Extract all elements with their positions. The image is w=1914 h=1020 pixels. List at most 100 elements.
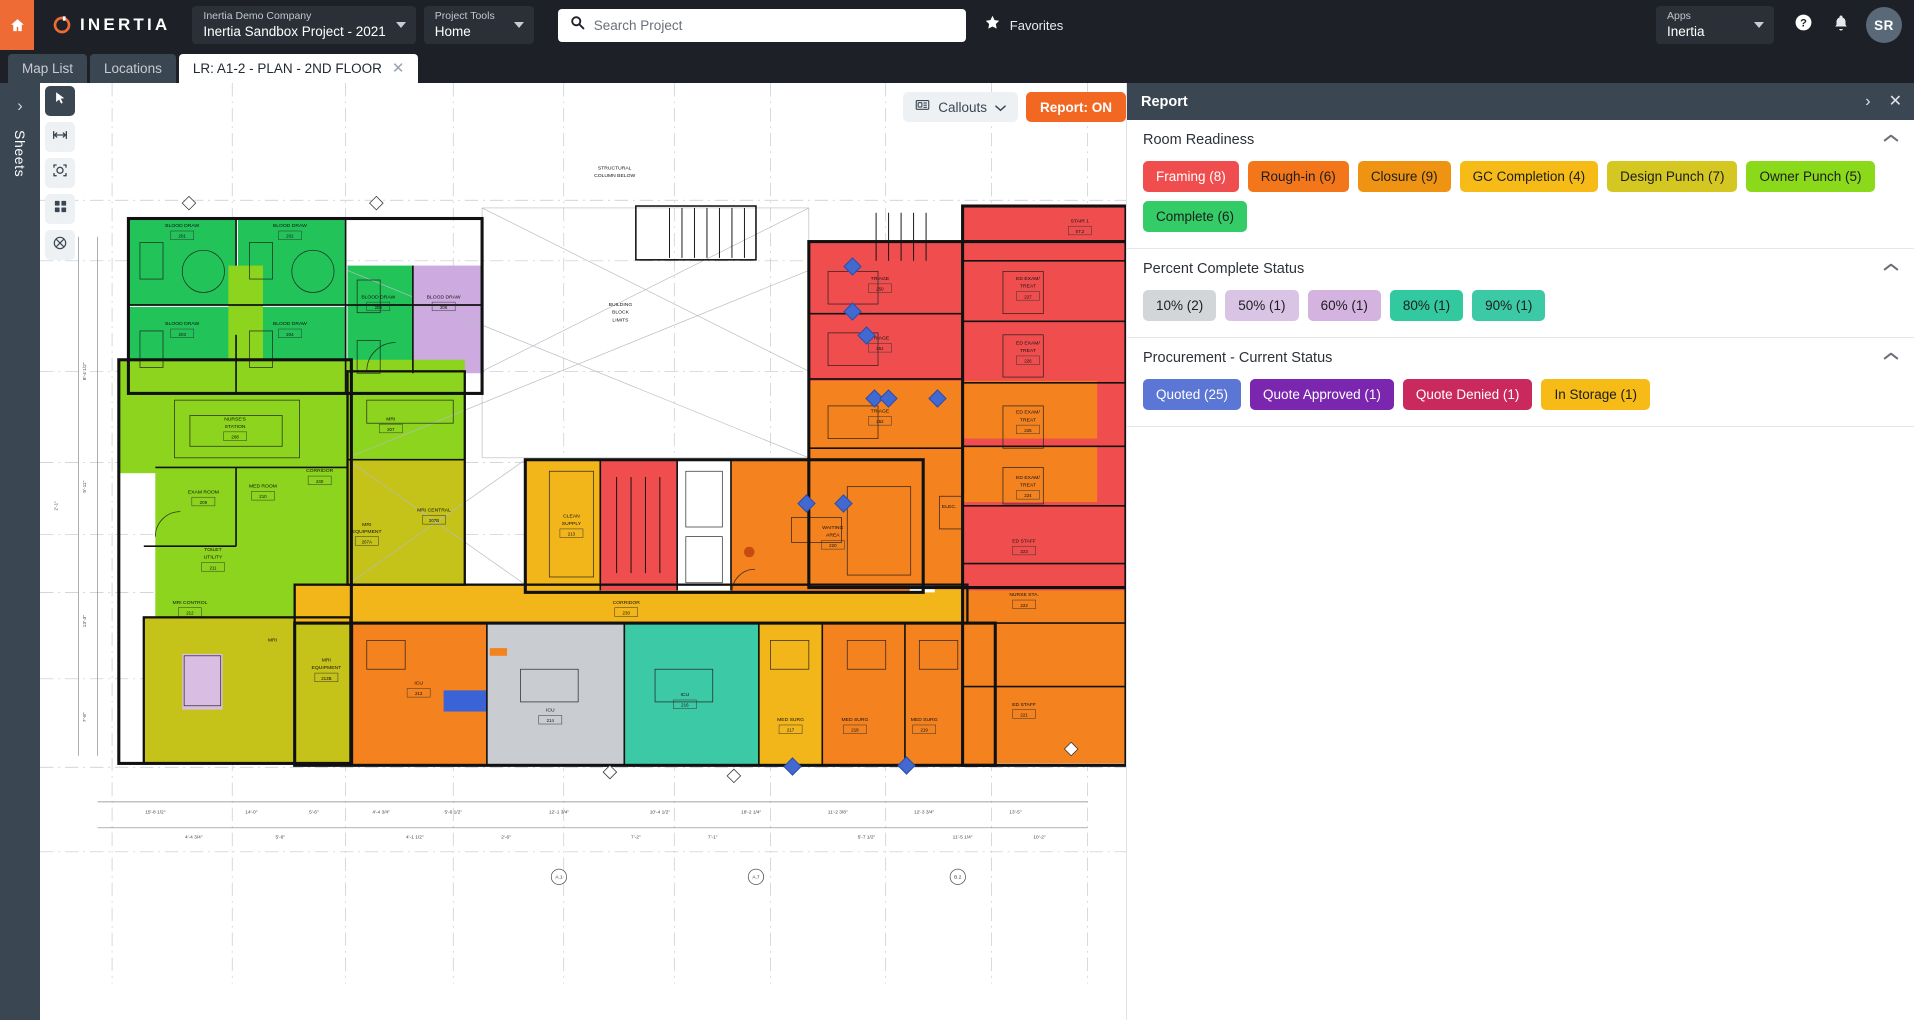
sheets-rail[interactable]: › Sheets <box>0 83 40 1020</box>
floor-plan-viewport[interactable]: Callouts Report: ON STRUCTURAL COLUMN BE… <box>40 83 1126 1020</box>
svg-text:209: 209 <box>200 500 208 505</box>
svg-text:208: 208 <box>231 435 239 440</box>
badge-in-storage[interactable]: In Storage (1) <box>1541 379 1650 410</box>
badge-design-punch[interactable]: Design Punch (7) <box>1607 161 1738 192</box>
svg-text:13'-3": 13'-3" <box>82 615 88 628</box>
svg-text:223: 223 <box>1020 549 1028 554</box>
svg-text:227: 227 <box>1024 294 1032 299</box>
badge-framing[interactable]: Framing (8) <box>1143 161 1239 192</box>
svg-text:230: 230 <box>623 610 631 615</box>
select-tool-button[interactable] <box>45 86 75 116</box>
close-icon[interactable]: ✕ <box>1889 93 1902 110</box>
bell-icon <box>1832 14 1850 37</box>
top-header-bar: INERTIA Inertia Demo Company Inertia San… <box>0 0 1914 50</box>
svg-text:ED STAFF: ED STAFF <box>1012 702 1036 708</box>
badge-pct-10[interactable]: 10% (2) <box>1143 290 1217 321</box>
svg-text:MED SURG: MED SURG <box>777 717 804 723</box>
measure-tool-button[interactable] <box>45 122 75 152</box>
tab-locations[interactable]: Locations <box>90 54 176 83</box>
section-procurement: Procurement - Current Status Quoted (25)… <box>1127 338 1914 427</box>
svg-text:WAITING: WAITING <box>822 525 843 531</box>
zoom-region-tool-button[interactable] <box>45 158 75 188</box>
close-icon[interactable]: ✕ <box>392 61 405 76</box>
badge-quote-approved[interactable]: Quote Approved (1) <box>1250 379 1394 410</box>
svg-text:BUILDING: BUILDING <box>609 302 633 308</box>
svg-text:MRI: MRI <box>386 416 395 422</box>
svg-text:201: 201 <box>179 234 187 239</box>
measure-arrows-icon <box>52 127 68 148</box>
map-top-toolbar: Callouts Report: ON <box>903 92 1126 122</box>
svg-text:7'-1": 7'-1" <box>708 834 718 840</box>
company-project-select[interactable]: Inertia Demo Company Inertia Sandbox Pro… <box>192 6 416 44</box>
section-procurement-header[interactable]: Procurement - Current Status <box>1143 350 1898 366</box>
notifications-button[interactable] <box>1828 12 1854 38</box>
star-icon <box>984 14 1001 36</box>
tab-locations-label: Locations <box>104 61 162 76</box>
chevron-down-icon <box>1754 22 1764 28</box>
svg-text:11'-5 1/4": 11'-5 1/4" <box>953 834 973 840</box>
tab-bar: Map List Locations LR: A1-2 - PLAN - 2ND… <box>0 50 1914 83</box>
section-percent-complete-title: Percent Complete Status <box>1143 261 1305 277</box>
tab-plan-2nd-floor[interactable]: LR: A1-2 - PLAN - 2ND FLOOR ✕ <box>178 54 419 83</box>
badge-owner-punch[interactable]: Owner Punch (5) <box>1746 161 1875 192</box>
svg-text:ICU: ICU <box>546 708 555 714</box>
chevron-up-icon[interactable] <box>1884 354 1898 363</box>
svg-text:207B: 207B <box>429 518 439 523</box>
badge-pct-90[interactable]: 90% (1) <box>1472 290 1546 321</box>
chevron-down-icon <box>395 22 406 28</box>
chevron-right-icon[interactable]: › <box>1865 93 1870 110</box>
tab-map-list-label: Map List <box>22 61 74 76</box>
badge-pct-60[interactable]: 60% (1) <box>1307 290 1381 321</box>
grid-tool-button[interactable] <box>45 194 75 224</box>
badge-quoted[interactable]: Quoted (25) <box>1143 379 1242 410</box>
svg-text:5'-7 1/2": 5'-7 1/2" <box>858 834 876 840</box>
project-tools-select[interactable]: Project Tools Home <box>423 6 534 44</box>
circle-x-icon <box>52 235 68 256</box>
help-button[interactable]: ? <box>1790 12 1816 38</box>
svg-text:ST.2: ST.2 <box>1075 229 1084 234</box>
badge-quote-denied[interactable]: Quote Denied (1) <box>1402 379 1533 410</box>
svg-text:UTILITY: UTILITY <box>204 555 223 561</box>
favorites-button[interactable]: Favorites <box>984 14 1063 36</box>
search-input[interactable]: Search Project <box>557 8 966 42</box>
svg-text:221: 221 <box>1020 712 1028 717</box>
brand-logo[interactable]: INERTIA <box>34 15 192 35</box>
section-room-readiness: Room Readiness Framing (8) Rough-in (6) … <box>1127 120 1914 249</box>
home-icon <box>9 17 26 34</box>
chevron-up-icon[interactable] <box>1884 265 1898 274</box>
svg-text:210: 210 <box>259 494 267 499</box>
svg-text:7'-8": 7'-8" <box>82 712 88 722</box>
grid-squares-icon <box>53 199 68 219</box>
svg-text:ELEC.: ELEC. <box>942 504 956 510</box>
section-room-readiness-header[interactable]: Room Readiness <box>1143 132 1898 148</box>
svg-text:BLOCK: BLOCK <box>612 310 630 316</box>
section-percent-complete-header[interactable]: Percent Complete Status <box>1143 261 1898 277</box>
badge-complete[interactable]: Complete (6) <box>1143 201 1248 232</box>
clear-tool-button[interactable] <box>45 230 75 260</box>
user-avatar[interactable]: SR <box>1866 7 1902 43</box>
svg-text:216: 216 <box>681 703 689 708</box>
chevron-right-icon[interactable]: › <box>17 97 23 114</box>
badge-pct-50[interactable]: 50% (1) <box>1225 290 1299 321</box>
badge-rough-in[interactable]: Rough-in (6) <box>1247 161 1349 192</box>
svg-text:TREAT: TREAT <box>1020 284 1036 290</box>
home-button[interactable] <box>0 0 34 50</box>
apps-select[interactable]: Apps Inertia <box>1656 6 1774 44</box>
badge-pct-80[interactable]: 80% (1) <box>1389 290 1464 321</box>
search-icon <box>570 15 585 35</box>
report-toggle-button[interactable]: Report: ON <box>1026 92 1126 122</box>
chevron-up-icon[interactable] <box>1884 136 1898 145</box>
tab-map-list[interactable]: Map List <box>8 54 88 83</box>
svg-text:217: 217 <box>787 728 795 733</box>
svg-text:204: 204 <box>286 332 294 337</box>
svg-text:MED ROOM: MED ROOM <box>249 484 277 490</box>
badge-gc-completion[interactable]: GC Completion (4) <box>1459 161 1599 192</box>
svg-text:213B: 213B <box>321 676 331 681</box>
company-label: Inertia Demo Company <box>203 10 312 22</box>
svg-text:ED STAFF: ED STAFF <box>1012 538 1036 544</box>
report-toggle-label: Report: ON <box>1040 99 1112 115</box>
callouts-dropdown[interactable]: Callouts <box>903 92 1018 122</box>
svg-text:220: 220 <box>829 543 837 548</box>
badge-closure[interactable]: Closure (9) <box>1357 161 1451 192</box>
svg-text:5'-6 1/2": 5'-6 1/2" <box>444 809 462 815</box>
